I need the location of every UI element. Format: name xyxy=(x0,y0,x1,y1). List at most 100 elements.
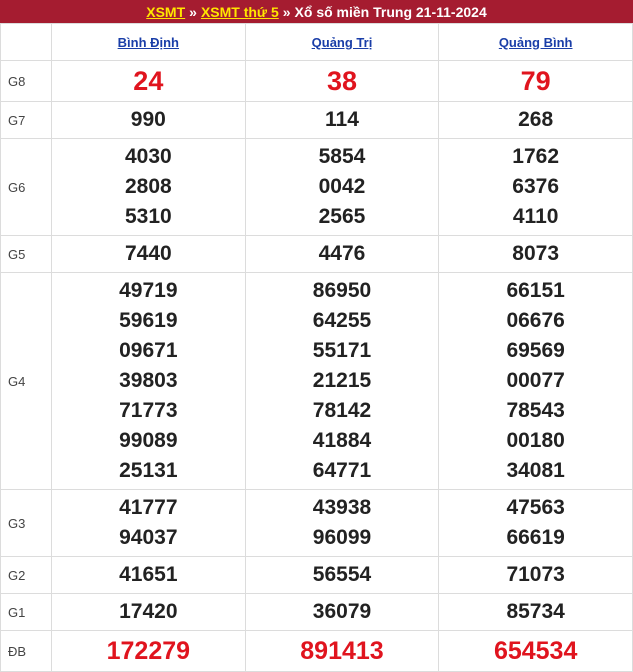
prize-number: 0042 xyxy=(318,175,366,198)
breadcrumb-separator: » xyxy=(282,3,291,20)
prize-cell: 49719 59619 09671 39803 71773 99089 25131 xyxy=(51,272,246,490)
results-table: Bình Định Quảng Trị Quảng Bình G8 24 38 79 G… xyxy=(0,23,633,672)
prize-cell: 17420 xyxy=(51,593,246,631)
prize-number: 78543 xyxy=(506,399,565,422)
prize-cell: 114 xyxy=(244,101,440,139)
prize-number: 1762 xyxy=(512,145,560,168)
prize-number: 17420 xyxy=(119,600,178,623)
prize-cell: 85734 xyxy=(438,593,633,631)
prize-number: 7440 xyxy=(124,242,172,265)
prize-cell: 5854 0042 2565 xyxy=(244,138,440,236)
prize-cell: 990 xyxy=(51,101,246,139)
prize-number: 66619 xyxy=(506,526,565,549)
prize-number: 38 xyxy=(326,66,357,96)
prize-number: 06676 xyxy=(506,309,565,332)
prize-number: 2565 xyxy=(318,205,366,228)
prize-number: 85734 xyxy=(506,600,565,623)
prize-number: 891413 xyxy=(300,637,384,665)
prize-label: G7 xyxy=(0,101,52,139)
prize-cell: 7440 xyxy=(51,235,246,273)
prize-number: 25131 xyxy=(119,459,178,482)
prize-number: 49719 xyxy=(119,279,178,302)
province-header-row: Bình Định Quảng Trị Quảng Bình xyxy=(0,23,633,61)
prize-number: 71073 xyxy=(506,563,565,586)
prize-cell: 1762 6376 4110 xyxy=(438,138,633,236)
prize-number: 268 xyxy=(518,108,554,131)
prize-row: G3 41777 94037 43938 96099 47563 66619 xyxy=(0,489,633,557)
prize-label: ĐB xyxy=(0,630,52,672)
xsmt-link[interactable]: XSMT xyxy=(146,4,185,20)
corner-cell xyxy=(0,23,52,61)
prize-number: 2808 xyxy=(124,175,172,198)
prize-body: G8 24 38 79 G7 990 114 268 G6 4030 2808 5310 5854 004… xyxy=(0,60,633,672)
prize-cell: 43938 96099 xyxy=(244,489,440,557)
prize-label: G2 xyxy=(0,556,52,594)
prize-number: 94037 xyxy=(119,526,178,549)
prize-number: 5310 xyxy=(124,205,172,228)
prize-cell: 56554 xyxy=(244,556,440,594)
prize-cell: 71073 xyxy=(438,556,633,594)
prize-number: 47563 xyxy=(506,496,565,519)
prize-number: 990 xyxy=(130,108,166,131)
prize-label: G1 xyxy=(0,593,52,631)
province-link-quang-tri[interactable]: Quảng Trị xyxy=(312,35,373,50)
prize-number: 71773 xyxy=(119,399,178,422)
prize-label: G4 xyxy=(0,272,52,490)
prize-number: 41777 xyxy=(119,496,178,519)
prize-cell: 86950 64255 55171 21215 78142 41884 64771 xyxy=(244,272,440,490)
prize-row: G4 49719 59619 09671 39803 71773 99089 25131 869… xyxy=(0,272,633,490)
prize-number: 59619 xyxy=(119,309,178,332)
province-link-binh-dinh[interactable]: Bình Định xyxy=(118,35,179,50)
province-link-quang-binh[interactable]: Quảng Bình xyxy=(499,35,573,50)
prize-number: 43938 xyxy=(312,496,372,519)
prize-cell: 79 xyxy=(438,60,633,102)
prize-number: 24 xyxy=(133,66,164,96)
prize-label: G6 xyxy=(0,138,52,236)
prize-number: 64255 xyxy=(312,309,372,332)
prize-row: G8 24 38 79 xyxy=(0,60,633,102)
prize-number: 64771 xyxy=(312,459,372,482)
prize-label: G3 xyxy=(0,489,52,557)
prize-number: 4476 xyxy=(318,242,366,265)
prize-number: 36079 xyxy=(312,600,372,623)
prize-row: G1 17420 36079 85734 xyxy=(0,593,633,631)
prize-row: G2 41651 56554 71073 xyxy=(0,556,633,594)
prize-number: 00180 xyxy=(506,429,565,452)
prize-number: 96099 xyxy=(312,526,372,549)
prize-cell: 36079 xyxy=(244,593,440,631)
prize-label: G5 xyxy=(0,235,52,273)
prize-number: 55171 xyxy=(312,339,372,362)
prize-number: 654534 xyxy=(493,637,578,665)
prize-cell: 66151 06676 69569 00077 78543 00180 34081 xyxy=(438,272,633,490)
prize-number: 56554 xyxy=(312,563,372,586)
prize-cell: 24 xyxy=(51,60,246,102)
prize-cell: 8073 xyxy=(438,235,633,273)
prize-number: 78142 xyxy=(312,399,372,422)
prize-row: G7 990 114 268 xyxy=(0,101,633,139)
prize-number: 172279 xyxy=(106,637,191,665)
prize-number: 8073 xyxy=(512,242,560,265)
prize-number: 39803 xyxy=(119,369,178,392)
xsmt-thu5-link[interactable]: XSMT thứ 5 xyxy=(201,4,279,20)
prize-cell: 4030 2808 5310 xyxy=(51,138,246,236)
prize-cell: 172279 xyxy=(51,630,246,672)
prize-number: 34081 xyxy=(506,459,565,482)
prize-number: 4110 xyxy=(512,205,559,228)
province-header: Bình Định xyxy=(51,23,246,61)
prize-number: 86950 xyxy=(312,279,372,302)
prize-number: 00077 xyxy=(506,369,565,392)
prize-cell: 4476 xyxy=(244,235,440,273)
prize-number: 09671 xyxy=(119,339,178,362)
prize-label: G8 xyxy=(0,60,52,102)
prize-number: 99089 xyxy=(119,429,178,452)
prize-number: 114 xyxy=(325,108,359,131)
prize-number: 79 xyxy=(520,66,551,96)
prize-cell: 268 xyxy=(438,101,633,139)
prize-number: 21215 xyxy=(312,369,372,392)
prize-cell: 891413 xyxy=(244,630,440,672)
prize-cell: 41777 94037 xyxy=(51,489,246,557)
prize-row: G5 7440 4476 8073 xyxy=(0,235,633,273)
prize-cell: 38 xyxy=(244,60,440,102)
prize-number: 41884 xyxy=(312,429,372,452)
page-title: Xổ số miền Trung 21-11-2024 xyxy=(294,3,487,20)
